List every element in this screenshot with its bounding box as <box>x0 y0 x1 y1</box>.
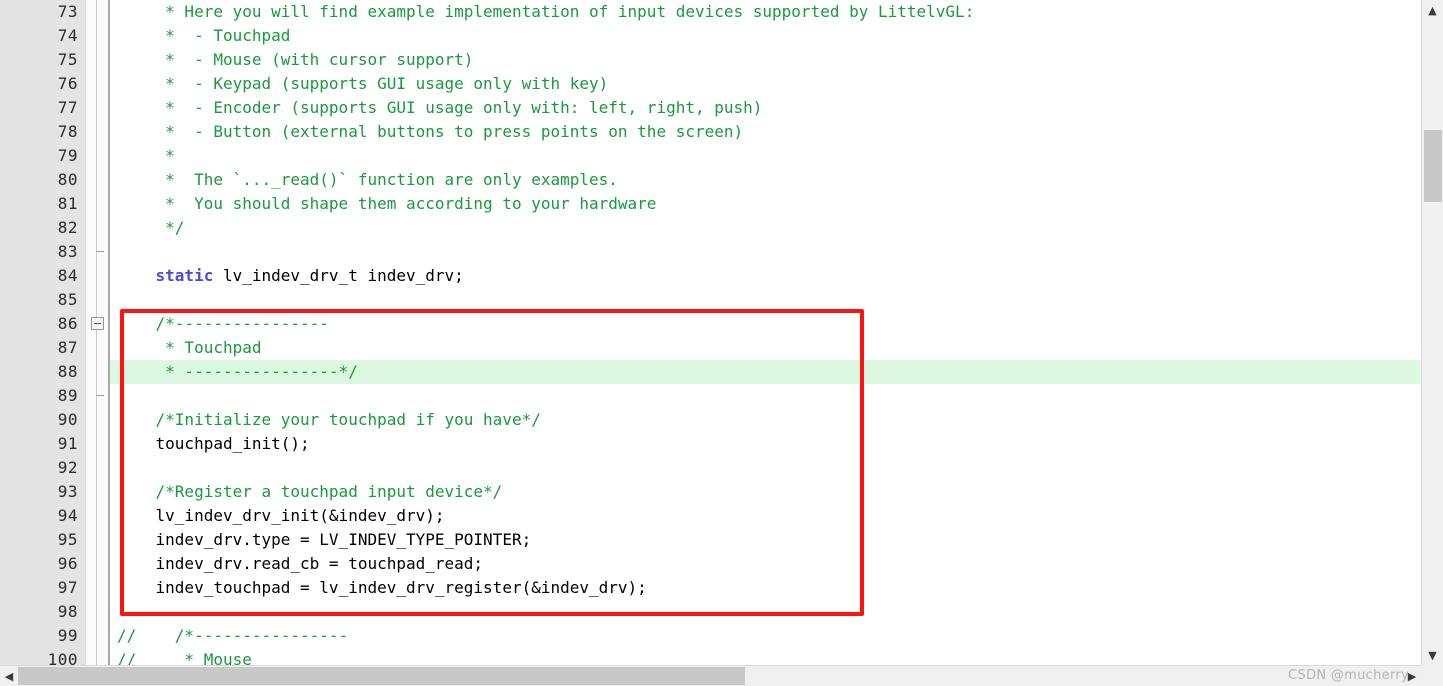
watermark-label: CSDN @mucherry <box>1288 668 1409 683</box>
line-number: 91 <box>57 434 78 453</box>
line-number: 85 <box>57 290 78 309</box>
fold-range-tick-icon <box>96 395 104 396</box>
line-number: 81 <box>57 194 78 213</box>
line-number: 82 <box>57 218 78 237</box>
code-line[interactable]: 99 // /*---------------- <box>0 624 1421 648</box>
code-line-text: * - Touchpad <box>117 26 291 45</box>
code-line-text: /*---------------- <box>117 314 329 333</box>
line-number: 79 <box>57 146 78 165</box>
code-line[interactable]: 96 indev_drv.read_cb = touchpad_read; <box>0 552 1421 576</box>
code-line[interactable]: 82 */ <box>0 216 1421 240</box>
code-line[interactable]: 73 * Here you will find example implemen… <box>0 0 1421 24</box>
line-number: 100 <box>47 650 78 665</box>
line-number: 87 <box>57 338 78 357</box>
code-line-text: * The `..._read()` function are only exa… <box>117 170 618 189</box>
code-line[interactable]: 84 static lv_indev_drv_t indev_drv; <box>0 264 1421 288</box>
line-number: 88 <box>57 362 78 381</box>
code-line[interactable]: 97 indev_touchpad = lv_indev_drv_registe… <box>0 576 1421 600</box>
fold-range-tick-icon <box>96 251 104 252</box>
code-line-text: * You should shape them according to you… <box>117 194 657 213</box>
line-number: 94 <box>57 506 78 525</box>
code-line-text: static lv_indev_drv_t indev_drv; <box>155 266 464 285</box>
code-line-text: indev_touchpad = lv_indev_drv_register(&… <box>117 578 647 597</box>
code-line[interactable]: 94 lv_indev_drv_init(&indev_drv); <box>0 504 1421 528</box>
code-editor-pane[interactable]: 73 * Here you will find example implemen… <box>0 0 1421 665</box>
vertical-scrollbar-thumb[interactable] <box>1424 130 1442 202</box>
code-lines-container: 73 * Here you will find example implemen… <box>0 0 1421 665</box>
code-line[interactable]: 93 /*Register a touchpad input device*/ <box>0 480 1421 504</box>
horizontal-scrollbar-thumb[interactable] <box>18 667 745 685</box>
horizontal-scrollbar[interactable]: ◀ ▶ <box>0 665 1421 686</box>
code-line[interactable]: 79 * <box>0 144 1421 168</box>
line-number: 97 <box>57 578 78 597</box>
line-number: 90 <box>57 410 78 429</box>
code-line-text: * - Keypad (supports GUI usage only with… <box>117 74 609 93</box>
line-number: 84 <box>57 266 78 285</box>
line-number: 76 <box>57 74 78 93</box>
code-line[interactable]: 90 /*Initialize your touchpad if you hav… <box>0 408 1421 432</box>
code-line-text: * <box>117 146 175 165</box>
line-number: 89 <box>57 386 78 405</box>
line-number: 86 <box>57 314 78 333</box>
line-number: 83 <box>57 242 78 261</box>
code-line[interactable]: 83 <box>0 240 1421 264</box>
vertical-scrollbar[interactable]: ▲ ▼ <box>1421 0 1443 665</box>
code-line[interactable]: 88 * ----------------*/ <box>0 360 1421 384</box>
line-number: 75 <box>57 50 78 69</box>
line-number: 95 <box>57 530 78 549</box>
code-line[interactable]: 87 * Touchpad <box>0 336 1421 360</box>
code-line-text: * - Mouse (with cursor support) <box>117 50 474 69</box>
code-line[interactable]: 76 * - Keypad (supports GUI usage only w… <box>0 72 1421 96</box>
code-line[interactable]: 86 /*---------------- <box>0 312 1421 336</box>
code-line-text: lv_indev_drv_init(&indev_drv); <box>117 506 445 525</box>
code-line-text: * ----------------*/ <box>117 362 358 381</box>
code-line[interactable]: 100 // * Mouse <box>0 648 1421 665</box>
scroll-up-arrow-icon[interactable]: ▲ <box>1422 0 1443 20</box>
code-line[interactable]: 98 <box>0 600 1421 624</box>
code-line[interactable]: 81 * You should shape them according to … <box>0 192 1421 216</box>
code-line-text: touchpad_init(); <box>117 434 310 453</box>
code-line[interactable]: 78 * - Button (external buttons to press… <box>0 120 1421 144</box>
code-line[interactable]: 74 * - Touchpad <box>0 24 1421 48</box>
code-line[interactable]: 75 * - Mouse (with cursor support) <box>0 48 1421 72</box>
code-line[interactable]: 80 * The `..._read()` function are only … <box>0 168 1421 192</box>
code-line[interactable]: 92 <box>0 456 1421 480</box>
line-number: 80 <box>57 170 78 189</box>
line-number: 74 <box>57 26 78 45</box>
scroll-left-arrow-icon[interactable]: ◀ <box>0 666 18 686</box>
code-line-text: indev_drv.type = LV_INDEV_TYPE_POINTER; <box>117 530 532 549</box>
code-line-text: /*Register a touchpad input device*/ <box>117 482 503 501</box>
code-line[interactable]: 89 <box>0 384 1421 408</box>
line-number: 98 <box>57 602 78 621</box>
code-line-text: // * Mouse <box>117 650 252 665</box>
line-number: 96 <box>57 554 78 573</box>
code-line[interactable]: 95 indev_drv.type = LV_INDEV_TYPE_POINTE… <box>0 528 1421 552</box>
code-line[interactable]: 85 <box>0 288 1421 312</box>
code-line-text: indev_drv.read_cb = touchpad_read; <box>117 554 484 573</box>
code-line-text: */ <box>117 218 185 237</box>
code-line-text: * - Encoder (supports GUI usage only wit… <box>117 98 763 117</box>
code-line-text: /*Initialize your touchpad if you have*/ <box>117 410 541 429</box>
line-number: 92 <box>57 458 78 477</box>
line-number: 77 <box>57 98 78 117</box>
code-line-text: // /*---------------- <box>117 626 349 645</box>
line-number: 99 <box>57 626 78 645</box>
fold-collapse-icon[interactable] <box>91 317 104 330</box>
scroll-down-arrow-icon[interactable]: ▼ <box>1422 645 1443 665</box>
scrollbar-corner <box>1421 665 1443 686</box>
code-line-text: * - Button (external buttons to press po… <box>117 122 744 141</box>
code-line[interactable]: 77 * - Encoder (supports GUI usage only … <box>0 96 1421 120</box>
code-line-text: * Touchpad <box>117 338 262 357</box>
line-number: 73 <box>57 2 78 21</box>
line-number: 93 <box>57 482 78 501</box>
line-number: 78 <box>57 122 78 141</box>
code-line[interactable]: 91 touchpad_init(); <box>0 432 1421 456</box>
code-line-text: * Here you will find example implementat… <box>117 2 975 21</box>
code-editor: 73 * Here you will find example implemen… <box>0 0 1443 686</box>
